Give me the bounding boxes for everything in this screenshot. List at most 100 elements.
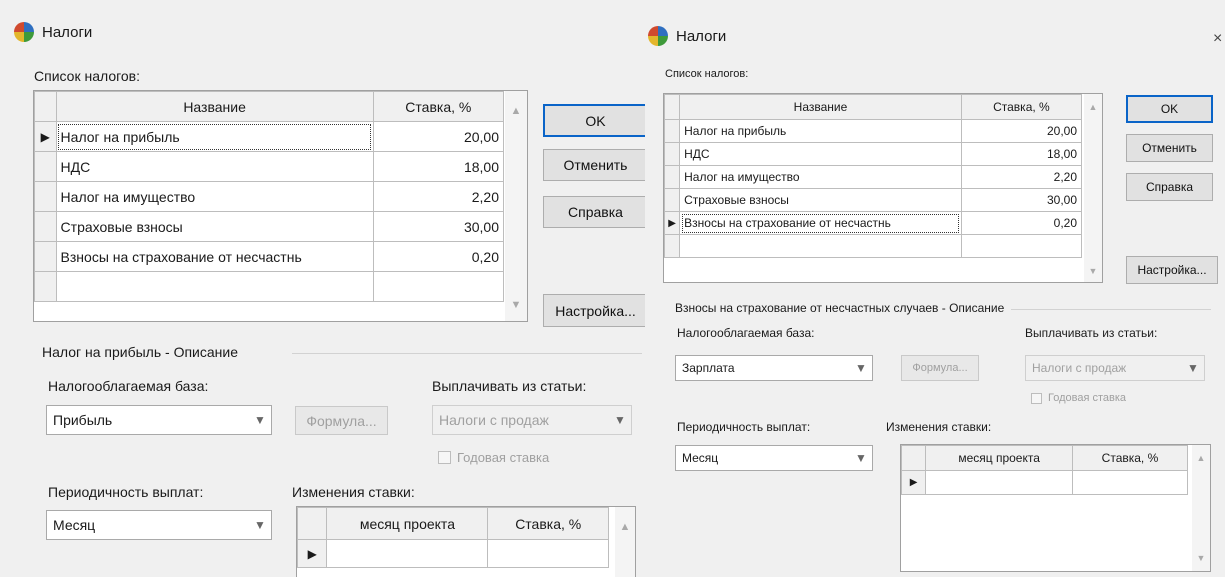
row-selector[interactable] xyxy=(663,234,681,258)
rate-changes-grid[interactable]: месяц проекта Ставка, % ▶ ▲ xyxy=(296,506,636,577)
cancel-button[interactable]: Отменить xyxy=(1126,134,1213,162)
chevron-down-icon[interactable]: ▼ xyxy=(249,413,271,427)
tax-base-select[interactable]: Зарплата ▼ xyxy=(675,355,873,381)
column-header-month[interactable]: месяц проекта xyxy=(326,507,489,540)
settings-button[interactable]: Настройка... xyxy=(543,294,645,327)
table-row[interactable]: Взносы на страхование от несчастнь 0,20 xyxy=(34,241,505,272)
column-header-rate[interactable]: Ставка, % xyxy=(960,94,1083,120)
row-selector[interactable] xyxy=(34,271,57,302)
chevron-down-icon[interactable]: ▼ xyxy=(850,361,872,375)
table-row[interactable]: ▶ Налог на прибыль 20,00 xyxy=(34,121,505,152)
pay-from-select[interactable]: Налоги с продаж ▼ xyxy=(432,405,632,435)
row-selector[interactable] xyxy=(663,188,681,212)
formula-button[interactable]: Формула... xyxy=(901,355,979,381)
checkbox-box[interactable] xyxy=(438,451,451,464)
row-selector[interactable] xyxy=(34,181,57,212)
periodicity-select[interactable]: Месяц ▼ xyxy=(46,510,272,540)
vertical-scrollbar[interactable]: ▲ ▼ xyxy=(1084,94,1102,282)
column-header-month[interactable]: месяц проекта xyxy=(925,445,1073,471)
chevron-down-icon[interactable]: ▼ xyxy=(850,451,872,465)
table-row[interactable]: Налог на прибыль 20,00 xyxy=(663,119,1083,143)
tax-name-cell[interactable]: НДС xyxy=(55,151,374,182)
table-row-new[interactable] xyxy=(663,234,1083,258)
column-header-name[interactable]: Название xyxy=(679,94,962,120)
column-header-rate[interactable]: Ставка, % xyxy=(1071,445,1189,471)
tax-name-cell-empty[interactable] xyxy=(679,234,962,258)
tax-rate-cell[interactable]: 2,20 xyxy=(372,181,505,212)
chevron-down-icon[interactable]: ▼ xyxy=(249,518,271,532)
scroll-up-icon[interactable]: ▲ xyxy=(1084,102,1102,112)
scroll-down-icon[interactable]: ▼ xyxy=(1084,266,1102,276)
tax-name-cell-empty[interactable] xyxy=(55,271,374,302)
pay-from-select[interactable]: Налоги с продаж ▼ xyxy=(1025,355,1205,381)
tax-rate-cell[interactable]: 20,00 xyxy=(960,119,1083,143)
taxes-grid[interactable]: Название Ставка, % ▶ Налог на прибыль 20… xyxy=(33,90,528,322)
table-row[interactable]: ▶ xyxy=(900,470,1189,495)
vertical-scrollbar[interactable]: ▲ ▼ xyxy=(1192,445,1210,571)
rate-cell[interactable] xyxy=(487,539,609,568)
month-cell[interactable] xyxy=(326,539,489,568)
tax-name-cell[interactable]: Налог на имущество xyxy=(679,165,962,189)
row-selector[interactable] xyxy=(663,119,681,143)
row-selector[interactable] xyxy=(34,211,57,242)
column-header-rate[interactable]: Ставка, % xyxy=(372,91,505,122)
scroll-up-icon[interactable]: ▲ xyxy=(505,105,527,117)
tax-name-cell[interactable]: Взносы на страхование от несчастнь xyxy=(679,211,962,235)
tax-rate-cell-empty[interactable] xyxy=(960,234,1083,258)
scroll-down-icon[interactable]: ▼ xyxy=(1192,553,1210,563)
table-row-new[interactable] xyxy=(34,271,505,302)
table-row[interactable]: Налог на имущество 2,20 xyxy=(34,181,505,212)
annual-rate-checkbox[interactable]: Годовая ставка xyxy=(1031,392,1126,404)
column-header-rate[interactable]: Ставка, % xyxy=(487,507,609,540)
tax-rate-cell[interactable]: 30,00 xyxy=(960,188,1083,212)
tax-rate-cell[interactable]: 30,00 xyxy=(372,211,505,242)
tax-name-cell[interactable]: Налог на имущество xyxy=(55,181,374,212)
tax-name-cell[interactable]: Взносы на страхование от несчастнь xyxy=(55,241,374,272)
scroll-up-icon[interactable]: ▲ xyxy=(615,521,635,533)
tax-rate-cell[interactable]: 2,20 xyxy=(960,165,1083,189)
tax-rate-cell-empty[interactable] xyxy=(372,271,505,302)
help-button[interactable]: Справка xyxy=(1126,173,1213,201)
row-selector[interactable] xyxy=(663,165,681,189)
tax-rate-cell[interactable]: 20,00 xyxy=(372,121,505,152)
table-row[interactable]: ▶ Взносы на страхование от несчастнь 0,2… xyxy=(663,211,1083,235)
help-button[interactable]: Справка xyxy=(543,196,645,228)
table-row[interactable]: Налог на имущество 2,20 xyxy=(663,165,1083,189)
scroll-down-icon[interactable]: ▼ xyxy=(505,299,527,311)
tax-name-cell[interactable]: Страховые взносы xyxy=(55,211,374,242)
chevron-down-icon[interactable]: ▼ xyxy=(1182,361,1204,375)
tax-name-cell[interactable]: Налог на прибыль xyxy=(679,119,962,143)
annual-rate-checkbox[interactable]: Годовая ставка xyxy=(438,450,549,465)
tax-rate-cell[interactable]: 18,00 xyxy=(960,142,1083,166)
table-row[interactable]: Страховые взносы 30,00 xyxy=(663,188,1083,212)
formula-button[interactable]: Формула... xyxy=(295,406,388,435)
checkbox-box[interactable] xyxy=(1031,392,1042,404)
taxes-grid[interactable]: Название Ставка, % Налог на прибыль 20,0… xyxy=(663,93,1103,283)
table-row[interactable]: ▶ xyxy=(296,539,609,568)
row-selector[interactable] xyxy=(663,142,681,166)
tax-name-cell[interactable]: НДС xyxy=(679,142,962,166)
settings-button[interactable]: Настройка... xyxy=(1126,256,1218,284)
chevron-down-icon[interactable]: ▼ xyxy=(609,413,631,427)
tax-base-select[interactable]: Прибыль ▼ xyxy=(46,405,272,435)
tax-rate-cell[interactable]: 0,20 xyxy=(960,211,1083,235)
rate-changes-grid[interactable]: месяц проекта Ставка, % ▶ ▲ ▼ xyxy=(900,444,1211,572)
row-selector[interactable] xyxy=(34,241,57,272)
close-icon[interactable]: × xyxy=(1213,30,1222,48)
column-header-name[interactable]: Название xyxy=(55,91,374,122)
ok-button[interactable]: OK xyxy=(1126,95,1213,123)
tax-rate-cell[interactable]: 18,00 xyxy=(372,151,505,182)
tax-rate-cell[interactable]: 0,20 xyxy=(372,241,505,272)
periodicity-select[interactable]: Месяц ▼ xyxy=(675,445,873,471)
table-row[interactable]: НДС 18,00 xyxy=(663,142,1083,166)
scroll-up-icon[interactable]: ▲ xyxy=(1192,453,1210,463)
cancel-button[interactable]: Отменить xyxy=(543,149,645,181)
table-row[interactable]: НДС 18,00 xyxy=(34,151,505,182)
tax-name-cell[interactable]: Страховые взносы xyxy=(679,188,962,212)
vertical-scrollbar[interactable]: ▲ ▼ xyxy=(505,91,527,321)
row-selector[interactable] xyxy=(34,151,57,182)
table-row[interactable]: Страховые взносы 30,00 xyxy=(34,211,505,242)
month-cell[interactable] xyxy=(925,470,1073,495)
rate-cell[interactable] xyxy=(1071,470,1189,495)
ok-button[interactable]: OK xyxy=(543,104,645,137)
